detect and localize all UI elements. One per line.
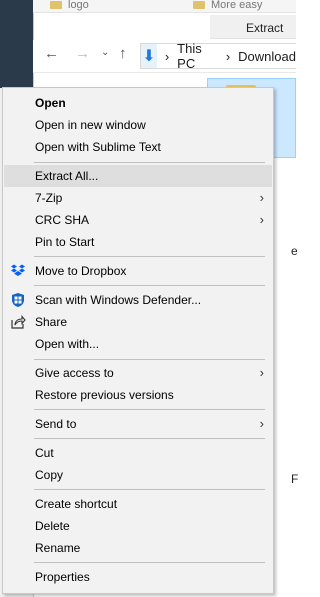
menu-separator (34, 285, 265, 286)
menu-item-cut[interactable]: Cut (4, 442, 272, 464)
file-item-more-easy[interactable]: More easy (193, 0, 262, 10)
menu-item-label: Open with... (35, 337, 100, 351)
chevron-down-icon[interactable]: ⌄ (101, 47, 109, 58)
menu-item-label: Restore previous versions (35, 388, 174, 402)
breadcrumb-separator: › (164, 48, 170, 64)
menu-separator (34, 562, 265, 563)
file-name: More easy (211, 0, 263, 11)
menu-item-label: Give access to (35, 366, 114, 380)
menu-separator (34, 162, 265, 163)
menu-item-rename[interactable]: Rename (4, 537, 272, 559)
menu-separator (34, 256, 265, 257)
menu-item-label: Rename (35, 541, 81, 555)
menu-item-label: Send to (35, 417, 77, 431)
menu-separator (34, 489, 265, 490)
menu-item-create-shortcut[interactable]: Create shortcut (4, 493, 272, 515)
windows-defender-icon (12, 293, 24, 307)
menu-item-7zip[interactable]: 7-Zip › (4, 187, 272, 209)
folder-icon (50, 1, 62, 9)
menu-item-copy[interactable]: Copy (4, 464, 272, 486)
file-item-logo[interactable]: logo (50, 0, 89, 10)
forward-arrow-icon[interactable]: → (75, 45, 90, 62)
submenu-arrow-icon: › (259, 365, 264, 380)
menu-item-label: Open in new window (35, 118, 146, 132)
menu-item-label: Scan with Windows Defender... (35, 293, 202, 307)
dropbox-icon (11, 264, 25, 276)
menu-item-label: Cut (35, 446, 54, 460)
desktop-dark-area (0, 0, 33, 88)
menu-item-label: Open with Sublime Text (35, 140, 161, 154)
back-arrow-icon[interactable]: ← (44, 45, 59, 62)
ribbon-tab-extract-to[interactable]: Extract To (210, 15, 296, 61)
menu-separator (34, 438, 265, 439)
menu-separator (34, 359, 265, 360)
folder-icon (193, 1, 205, 9)
breadcrumb-this-pc[interactable]: This PC (177, 41, 218, 71)
menu-item-share[interactable]: Share (4, 311, 272, 333)
menu-item-open-new-window[interactable]: Open in new window (4, 114, 272, 136)
menu-item-label: Share (35, 315, 68, 329)
menu-item-properties[interactable]: Properties (4, 566, 272, 588)
menu-item-label: Open (35, 96, 66, 110)
truncated-text: e (291, 244, 298, 258)
menu-item-open[interactable]: Open (4, 92, 272, 114)
menu-item-open-sublime[interactable]: Open with Sublime Text (4, 136, 272, 158)
file-name: logo (68, 0, 89, 11)
share-icon (11, 315, 26, 329)
menu-item-label: 7-Zip (35, 191, 63, 205)
menu-item-crc-sha[interactable]: CRC SHA › (4, 209, 272, 231)
menu-item-pin-to-start[interactable]: Pin to Start (4, 231, 272, 253)
menu-item-label: Extract All... (35, 169, 99, 183)
submenu-arrow-icon: › (259, 416, 264, 431)
menu-item-give-access[interactable]: Give access to › (4, 362, 272, 384)
breadcrumb-downloads[interactable]: Download (238, 49, 296, 64)
menu-item-label: Create shortcut (35, 497, 118, 511)
context-menu: Open Open in new window Open with Sublim… (2, 87, 274, 594)
menu-item-label: Pin to Start (35, 235, 95, 249)
download-arrow-icon: ⬇ (141, 44, 157, 68)
truncated-text: F (291, 472, 299, 486)
menu-item-label: Copy (35, 468, 64, 482)
menu-item-delete[interactable]: Delete (4, 515, 272, 537)
up-arrow-icon[interactable]: ↑ (119, 45, 127, 62)
submenu-arrow-icon: › (259, 190, 264, 205)
menu-item-extract-all[interactable]: Extract All... (4, 165, 272, 187)
menu-item-move-to-dropbox[interactable]: Move to Dropbox (4, 260, 272, 282)
menu-item-send-to[interactable]: Send to › (4, 413, 272, 435)
menu-item-label: CRC SHA (35, 213, 90, 227)
menu-separator (34, 409, 265, 410)
menu-item-label: Delete (35, 519, 70, 533)
menu-item-scan-defender[interactable]: Scan with Windows Defender... (4, 289, 272, 311)
menu-item-restore-versions[interactable]: Restore previous versions (4, 384, 272, 406)
menu-item-label: Move to Dropbox (35, 264, 127, 278)
menu-item-open-with[interactable]: Open with... (4, 333, 272, 355)
submenu-arrow-icon: › (259, 212, 264, 227)
menu-item-label: Properties (35, 570, 90, 584)
breadcrumb-separator: › (225, 48, 231, 64)
address-bar[interactable]: ⬇ › This PC › Download (140, 41, 296, 71)
